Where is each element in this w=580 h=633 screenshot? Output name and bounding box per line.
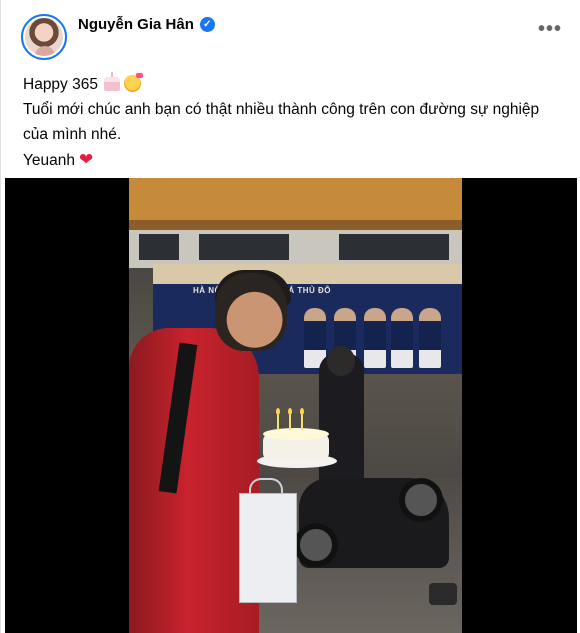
scene-candle xyxy=(289,414,291,430)
scene-wheel xyxy=(294,523,338,567)
avatar[interactable] xyxy=(21,14,67,60)
post-card: Nguyễn Gia Hân ✓ ••• Happy 365 Tuổi mới … xyxy=(0,0,580,633)
scene-gift-bag xyxy=(239,493,297,603)
verified-badge-icon: ✓ xyxy=(199,17,215,32)
heart-emoji-icon: ❤ xyxy=(79,150,94,169)
more-options-icon[interactable]: ••• xyxy=(538,19,562,39)
scene-flame xyxy=(300,408,304,415)
avatar-image xyxy=(25,18,63,56)
scene-window xyxy=(139,234,179,260)
scene-ceiling xyxy=(129,178,462,220)
post-text: Happy 365 Tuổi mới chúc anh bạn có thật … xyxy=(23,72,563,173)
scene-wheel xyxy=(399,478,443,522)
post-line-3: Yeuanh ❤ xyxy=(23,147,563,173)
post-line-1-text: Happy 365 xyxy=(23,76,98,93)
post-line-3-text: Yeuanh xyxy=(23,152,76,169)
author-name[interactable]: Nguyễn Gia Hân xyxy=(78,16,194,33)
cake-emoji-icon xyxy=(103,72,120,91)
scene-rider-head xyxy=(327,346,355,376)
smiling-face-emoji-icon xyxy=(123,73,143,92)
post-line-2: Tuổi mới chúc anh bạn có thật nhiều thàn… xyxy=(23,101,540,143)
scene-window xyxy=(199,234,289,260)
video-frame[interactable]: HÀ NỘI ... ẢO BÓNG ĐÁ THỦ ĐÔ xyxy=(129,178,462,633)
banner-player xyxy=(364,308,386,368)
scene-flame xyxy=(276,408,280,415)
post-header: Nguyễn Gia Hân ✓ ••• xyxy=(1,0,580,66)
post-media[interactable]: HÀ NỘI ... ẢO BÓNG ĐÁ THỦ ĐÔ xyxy=(5,178,577,633)
scene-floor-object xyxy=(429,583,457,605)
scene-candle xyxy=(301,414,303,430)
scene-candle xyxy=(277,414,279,430)
scene-ceiling-beam xyxy=(129,220,462,230)
scene-man-head xyxy=(215,273,287,351)
scene-window xyxy=(339,234,449,260)
author-row: Nguyễn Gia Hân ✓ xyxy=(78,16,215,33)
banner-player xyxy=(391,308,413,368)
banner-player xyxy=(419,308,441,368)
scene-flame xyxy=(288,408,292,415)
post-line-1: Happy 365 xyxy=(23,72,563,97)
scene-cake-top xyxy=(263,428,329,440)
